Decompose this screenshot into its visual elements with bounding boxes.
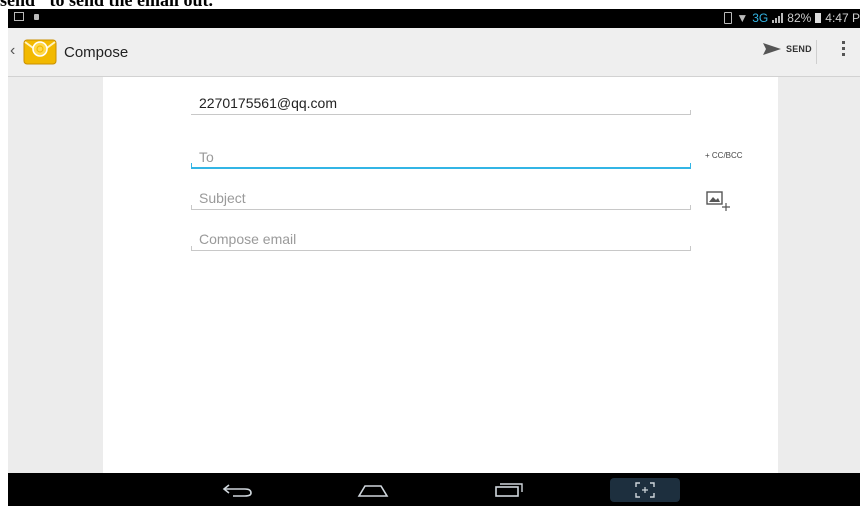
action-divider [816, 40, 817, 64]
from-address: 2270175561@qq.com [199, 95, 337, 111]
left-margin-panel [8, 77, 103, 473]
send-icon [763, 43, 781, 55]
subject-placeholder: Subject [199, 190, 246, 206]
email-app-icon[interactable] [22, 36, 58, 73]
send-label: SEND [786, 44, 812, 54]
cc-bcc-button[interactable]: + CC/BCC [705, 151, 743, 160]
battery-percent: 82% [787, 11, 812, 25]
nav-home-icon[interactable] [348, 478, 398, 502]
status-bar-right: ▼ 3G 82% 4:47 P [724, 11, 860, 25]
status-bar: ▼ 3G 82% 4:47 P [8, 9, 860, 28]
right-margin-panel [778, 77, 860, 473]
action-bar: ‹ Compose SEND [8, 28, 860, 77]
signal-icon [772, 13, 784, 23]
notification-icon [14, 12, 24, 21]
sim-icon [724, 12, 733, 24]
back-icon[interactable]: ‹ [10, 42, 15, 60]
page-title: Compose [64, 44, 129, 61]
overflow-menu-icon[interactable] [842, 41, 845, 56]
wifi-icon: ▼ [736, 11, 749, 25]
status-bar-left [14, 12, 39, 21]
document-caption: send" to send the email out. [0, 0, 860, 9]
nav-back-icon[interactable] [213, 478, 263, 502]
to-field[interactable]: To [191, 145, 691, 169]
battery-icon [815, 13, 822, 23]
screenshot-icon[interactable] [610, 478, 680, 502]
from-field[interactable]: 2270175561@qq.com [191, 91, 691, 115]
compose-card [103, 77, 778, 473]
lock-icon [34, 13, 39, 20]
tablet-screen: ▼ 3G 82% 4:47 P ‹ Compose SEND 227017556… [8, 9, 860, 506]
to-placeholder: To [199, 149, 214, 165]
network-type: 3G [752, 11, 769, 25]
body-field[interactable]: Compose email [191, 227, 691, 251]
attach-picture-icon[interactable] [706, 189, 732, 218]
send-button[interactable]: SEND [762, 41, 812, 57]
clock: 4:47 P [825, 11, 860, 25]
navigation-bar [8, 473, 860, 506]
body-placeholder: Compose email [199, 231, 297, 247]
nav-recent-apps-icon[interactable] [483, 478, 533, 502]
subject-field[interactable]: Subject [191, 186, 691, 210]
